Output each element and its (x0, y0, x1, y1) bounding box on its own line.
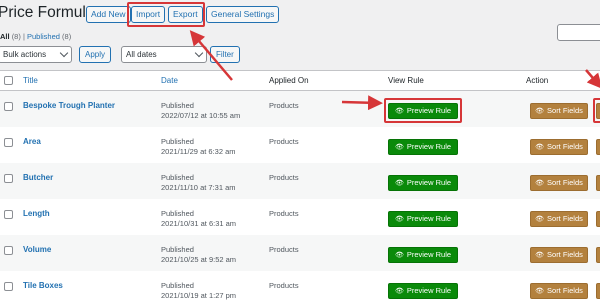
annotation-arrows (189, 30, 600, 111)
arrow-to-extra-action (585, 69, 600, 89)
arrow-to-preview-rule (341, 95, 383, 111)
arrow-to-import-export (189, 30, 233, 81)
